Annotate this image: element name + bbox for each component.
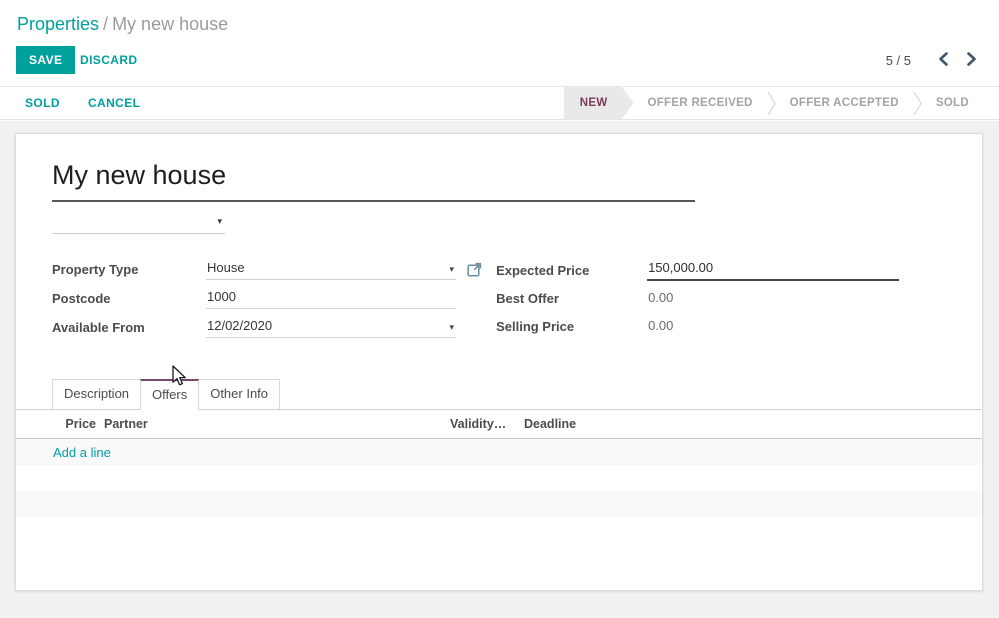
stage-sold[interactable]: SOLD (922, 87, 983, 120)
expected-price-value: 150,000.00 (648, 260, 713, 275)
tab-description[interactable]: Description (52, 379, 141, 409)
field-row: Best Offer 0.00 (496, 289, 946, 309)
form-statusbar-row: SOLD CANCEL NEW OFFER RECEIVED OFFER ACC… (0, 86, 999, 120)
breadcrumb: Properties/My new house (17, 12, 228, 36)
stage-offer-received[interactable]: OFFER RECEIVED (633, 87, 766, 120)
odoo-form-view: Properties/My new house SAVE DISCARD 5 /… (0, 0, 999, 618)
column-header-price[interactable]: Price (16, 417, 104, 431)
notebook-tabstrip: Description Offers Other Info (16, 379, 982, 410)
empty-list-row (16, 491, 982, 517)
best-offer-label: Best Offer (496, 289, 647, 309)
property-name-value: My new house (52, 159, 695, 191)
external-link-icon[interactable] (467, 262, 482, 277)
postcode-value: 1000 (207, 289, 236, 304)
selling-price-label: Selling Price (496, 317, 647, 337)
expected-price-label: Expected Price (496, 261, 647, 281)
field-row: Postcode 1000 (52, 288, 470, 309)
tags-dropdown[interactable]: ▾ (52, 213, 225, 234)
field-row: Property Type House ▾ (52, 259, 470, 280)
pager: 5 / 5 (886, 46, 985, 74)
offers-list: Price Partner Validity… Deadline Add a l… (16, 410, 982, 517)
field-row: Selling Price 0.00 (496, 317, 946, 337)
column-header-partner[interactable]: Partner (104, 417, 450, 431)
breadcrumb-parent-link[interactable]: Properties (17, 14, 99, 34)
expected-price-input[interactable]: 150,000.00 (647, 259, 899, 281)
column-header-deadline[interactable]: Deadline (524, 417, 982, 431)
sold-action-button[interactable]: SOLD (25, 96, 60, 110)
chevron-left-icon (938, 52, 949, 69)
field-row: Available From 12/02/2020 ▾ (52, 317, 470, 338)
field-column-right: Expected Price 150,000.00 Best Offer 0.0… (496, 259, 946, 346)
chevron-right-icon (966, 52, 977, 69)
field-column-left: Property Type House ▾ Postcode 1000 (52, 259, 470, 346)
caret-down-icon: ▾ (449, 319, 454, 336)
available-from-value: 12/02/2020 (207, 318, 272, 333)
form-sheet: My new house ▾ Property Type House ▾ (15, 133, 983, 591)
offers-list-header: Price Partner Validity… Deadline (16, 410, 982, 439)
postcode-input[interactable]: 1000 (206, 288, 456, 309)
stage-new[interactable]: NEW (564, 87, 634, 120)
tab-offers[interactable]: Offers (140, 379, 199, 410)
notebook: Description Offers Other Info Price Part… (16, 379, 982, 517)
available-from-label: Available From (52, 318, 206, 338)
breadcrumb-separator: / (99, 14, 112, 34)
cancel-action-button[interactable]: CANCEL (88, 96, 140, 110)
stage-separator-icon (913, 87, 922, 120)
breadcrumb-current: My new house (112, 14, 228, 34)
pager-next-button[interactable] (957, 46, 985, 74)
stage-statusbar: NEW OFFER RECEIVED OFFER ACCEPTED SOLD (564, 87, 983, 120)
best-offer-value: 0.00 (647, 289, 899, 309)
field-row: Expected Price 150,000.00 (496, 259, 946, 281)
property-name-input[interactable]: My new house (52, 159, 695, 202)
add-line-row: Add a line (16, 439, 982, 465)
stage-separator-icon (767, 87, 776, 120)
caret-down-icon: ▾ (449, 261, 454, 278)
pager-count: 5 / 5 (886, 53, 911, 68)
add-a-line-link[interactable]: Add a line (16, 445, 111, 460)
available-from-datepicker[interactable]: 12/02/2020 ▾ (206, 317, 456, 338)
tab-other-info[interactable]: Other Info (198, 379, 280, 409)
pager-previous-button[interactable] (929, 46, 957, 74)
stage-offer-accepted[interactable]: OFFER ACCEPTED (776, 87, 913, 120)
property-type-dropdown[interactable]: House ▾ (206, 259, 456, 280)
discard-button[interactable]: DISCARD (78, 46, 139, 74)
property-type-label: Property Type (52, 260, 206, 280)
caret-down-icon: ▾ (217, 216, 222, 227)
selling-price-value: 0.00 (647, 317, 899, 337)
field-grid: Property Type House ▾ Postcode 1000 (52, 259, 946, 346)
column-header-validity[interactable]: Validity… (450, 417, 524, 431)
postcode-label: Postcode (52, 289, 206, 309)
empty-list-row (16, 465, 982, 491)
property-type-value: House (207, 260, 245, 275)
save-button[interactable]: SAVE (16, 46, 75, 74)
